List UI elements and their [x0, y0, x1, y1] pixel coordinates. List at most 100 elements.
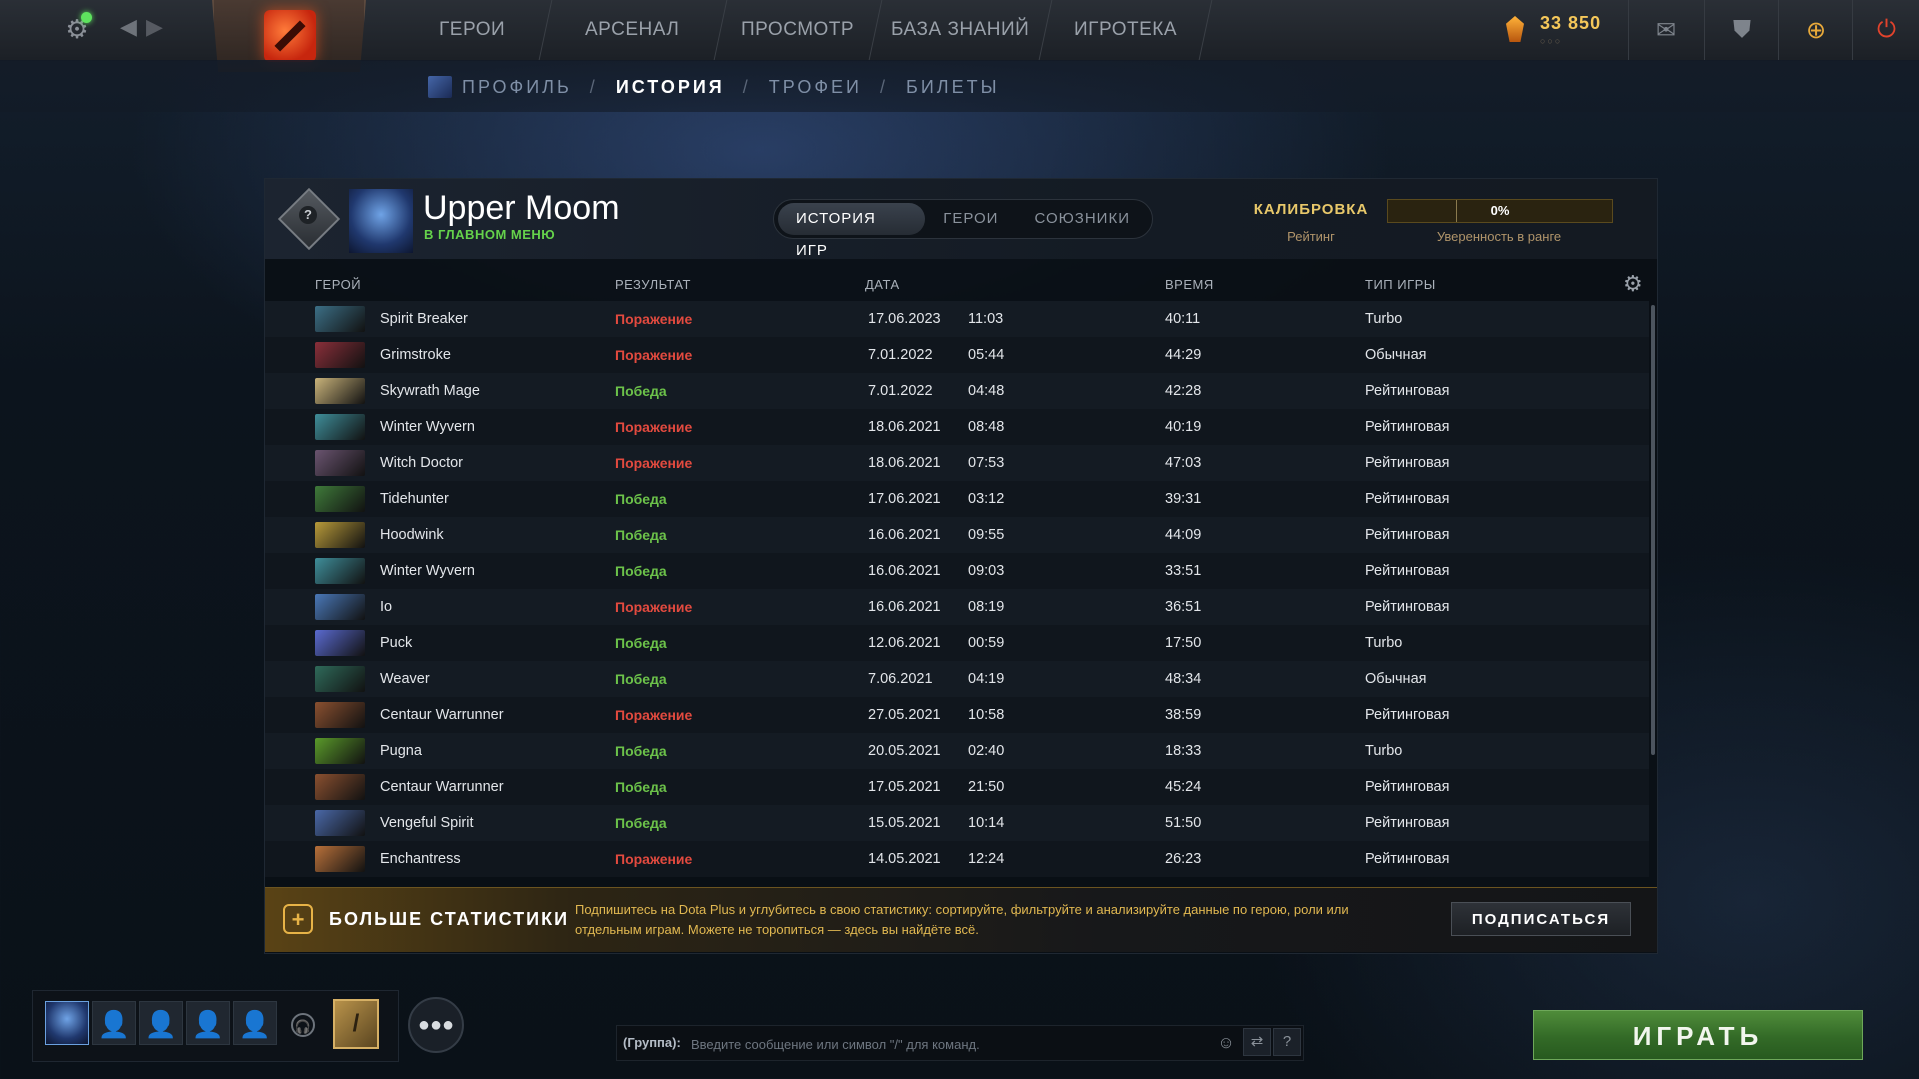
mail-icon[interactable]: ✉	[1628, 0, 1703, 60]
player-status: В ГЛАВНОМ МЕНЮ	[424, 227, 556, 242]
tab-allies[interactable]: СОЮЗНИКИ	[1016, 203, 1148, 235]
hero-name: Winter Wyvern	[380, 419, 475, 435]
promo-text: Подпишитесь на Dota Plus и углубитесь в …	[575, 902, 1349, 937]
table-row[interactable]: Hoodwink Победа 16.06.2021 09:55 44:09 Рейтин…	[265, 517, 1649, 553]
match-duration: 26:23	[1165, 851, 1202, 867]
column-header-game-type[interactable]: ТИП ИГРЫ	[1365, 277, 1436, 292]
match-list: Spirit Breaker Поражение 17.06.2023 11:03 40…	[265, 301, 1649, 887]
player-avatar[interactable]	[349, 189, 413, 253]
table-row[interactable]: Centaur Warrunner Поражение 27.05.2021 10:5…	[265, 697, 1649, 733]
play-button[interactable]: ИГРАТЬ	[1533, 1010, 1863, 1060]
tab-match-history[interactable]: ИСТОРИЯ ИГР	[778, 203, 926, 259]
subnav-profile[interactable]: ПРОФИЛЬ	[462, 77, 572, 98]
nav-arcade[interactable]: ИГРОТЕКА	[1038, 0, 1213, 60]
dota-plus-icon[interactable]: ⊕	[1778, 0, 1853, 60]
match-start-time: 10:14	[968, 815, 1005, 831]
guild-emblem-icon[interactable]: /	[333, 999, 379, 1049]
subscribe-button[interactable]: ПОДПИСАТЬСЯ	[1451, 902, 1631, 936]
match-date: 12.06.2021	[868, 635, 941, 651]
match-start-time: 08:19	[968, 599, 1005, 615]
chat-help-button[interactable]: ?	[1273, 1028, 1301, 1056]
game-type: Рейтинговая	[1365, 599, 1450, 615]
match-date: 18.06.2021	[868, 419, 941, 435]
match-date: 17.06.2023	[868, 311, 941, 327]
emoji-icon[interactable]: ☺	[1215, 1032, 1237, 1054]
dota-plus-icon: +	[283, 904, 313, 934]
table-row[interactable]: Io Поражение 16.06.2021 08:19 36:51 Рейтингов…	[265, 589, 1649, 625]
profile-header: ? Upper Moom В ГЛАВНОМ МЕНЮ ИСТОРИЯ ИГР …	[265, 179, 1657, 259]
scrollbar[interactable]	[1651, 305, 1655, 755]
table-row[interactable]: Winter Wyvern Победа 16.06.2021 09:03 33:51 Р…	[265, 553, 1649, 589]
party-slot-empty[interactable]: 👤	[186, 1001, 230, 1045]
hero-name: Grimstroke	[380, 347, 451, 363]
column-header-hero[interactable]: ГЕРОЙ	[315, 277, 361, 292]
chat-translate-icon[interactable]: ⇄	[1243, 1028, 1271, 1056]
table-row[interactable]: Witch Doctor Поражение 18.06.2021 07:53 47:0…	[265, 445, 1649, 481]
nav-arsenal[interactable]: АРСЕНАЛ	[538, 0, 728, 60]
forward-icon[interactable]: ▶	[146, 14, 163, 40]
match-result: Поражение	[615, 707, 693, 723]
party-slot-empty[interactable]: 👤	[233, 1001, 277, 1045]
shield-icon[interactable]: ⛊	[1704, 0, 1779, 60]
match-duration: 47:03	[1165, 455, 1202, 471]
subnav-trophies[interactable]: ТРОФЕИ	[769, 77, 862, 98]
chat-channel-label: (Группа):	[623, 1035, 681, 1050]
table-row[interactable]: Spirit Breaker Поражение 17.06.2023 11:03 40…	[265, 301, 1649, 337]
table-row[interactable]: Vengeful Spirit Победа 15.05.2021 10:14 51:5…	[265, 805, 1649, 841]
match-duration: 33:51	[1165, 563, 1202, 579]
match-duration: 44:09	[1165, 527, 1202, 543]
hero-name: Enchantress	[380, 851, 461, 867]
table-row[interactable]: Centaur Warrunner Победа 17.05.2021 21:50 45…	[265, 769, 1649, 805]
party-slot-empty[interactable]: 👤	[92, 1001, 136, 1045]
nav-heroes[interactable]: ГЕРОИ	[393, 0, 553, 60]
party-menu-icon[interactable]: ●●●	[408, 997, 464, 1053]
column-header-date[interactable]: ДАТА	[865, 277, 900, 292]
tab-heroes[interactable]: ГЕРОИ	[925, 203, 1016, 235]
table-row[interactable]: Enchantress Поражение 14.05.2021 12:24 26:23…	[265, 841, 1649, 877]
hero-name: Weaver	[380, 671, 430, 687]
match-result: Победа	[615, 635, 667, 651]
match-result: Победа	[615, 491, 667, 507]
power-icon[interactable]: ⏻	[1852, 0, 1919, 60]
nav-watch[interactable]: ПРОСМОТР	[713, 0, 883, 60]
hero-portrait	[315, 594, 365, 620]
match-start-time: 08:48	[968, 419, 1005, 435]
nav-arcade-label: ИГРОТЕКА	[1073, 19, 1177, 40]
column-header-duration[interactable]: ВРЕМЯ	[1165, 277, 1214, 292]
match-result: Победа	[615, 779, 667, 795]
table-row[interactable]: Grimstroke Поражение 7.01.2022 05:44 44:29 Об…	[265, 337, 1649, 373]
table-row[interactable]: Skywrath Mage Победа 7.01.2022 04:48 42:28 Ре…	[265, 373, 1649, 409]
subnav-tickets[interactable]: БИЛЕТЫ	[906, 77, 1000, 98]
back-icon[interactable]: ◀	[120, 14, 137, 40]
party-slot-self[interactable]	[45, 1001, 89, 1045]
table-row[interactable]: Tidehunter Победа 17.06.2021 03:12 39:31 Рейт…	[265, 481, 1649, 517]
table-row[interactable]: Weaver Победа 7.06.2021 04:19 48:34 Обычная	[265, 661, 1649, 697]
column-header-result[interactable]: РЕЗУЛЬТАТ	[615, 277, 691, 292]
voice-chat-icon[interactable]: 🎧	[291, 1013, 315, 1037]
game-type: Рейтинговая	[1365, 779, 1450, 795]
promo-title: БОЛЬШЕ СТАТИСТИКИ	[329, 909, 570, 929]
rank-unknown-label: ?	[299, 206, 317, 224]
game-type: Turbo	[1365, 743, 1403, 759]
match-date: 18.06.2021	[868, 455, 941, 471]
subnav-history[interactable]: ИСТОРИЯ	[616, 77, 725, 98]
table-row[interactable]: Puck Победа 12.06.2021 00:59 17:50 Turbo	[265, 625, 1649, 661]
match-start-time: 07:53	[968, 455, 1005, 471]
match-start-time: 21:50	[968, 779, 1005, 795]
game-type: Рейтинговая	[1365, 383, 1450, 399]
match-duration: 39:31	[1165, 491, 1202, 507]
table-settings-icon[interactable]: ⚙	[1623, 271, 1643, 297]
table-row[interactable]: Winter Wyvern Поражение 18.06.2021 08:48 40:…	[265, 409, 1649, 445]
party-slot-empty[interactable]: 👤	[139, 1001, 183, 1045]
nav-knowledge-base[interactable]: БАЗА ЗНАНИЙ	[868, 0, 1053, 60]
hero-name: Centaur Warrunner	[380, 779, 504, 795]
game-type: Рейтинговая	[1365, 563, 1450, 579]
match-date: 7.06.2021	[868, 671, 933, 687]
dota-logo-icon[interactable]	[264, 10, 316, 62]
hero-portrait	[315, 774, 365, 800]
chat-input[interactable]	[689, 1030, 1213, 1058]
hero-name: Witch Doctor	[380, 455, 463, 471]
table-row[interactable]: Pugna Победа 20.05.2021 02:40 18:33 Turbo	[265, 733, 1649, 769]
currency-amount[interactable]: 33 850	[1540, 13, 1601, 34]
match-date: 16.06.2021	[868, 599, 941, 615]
